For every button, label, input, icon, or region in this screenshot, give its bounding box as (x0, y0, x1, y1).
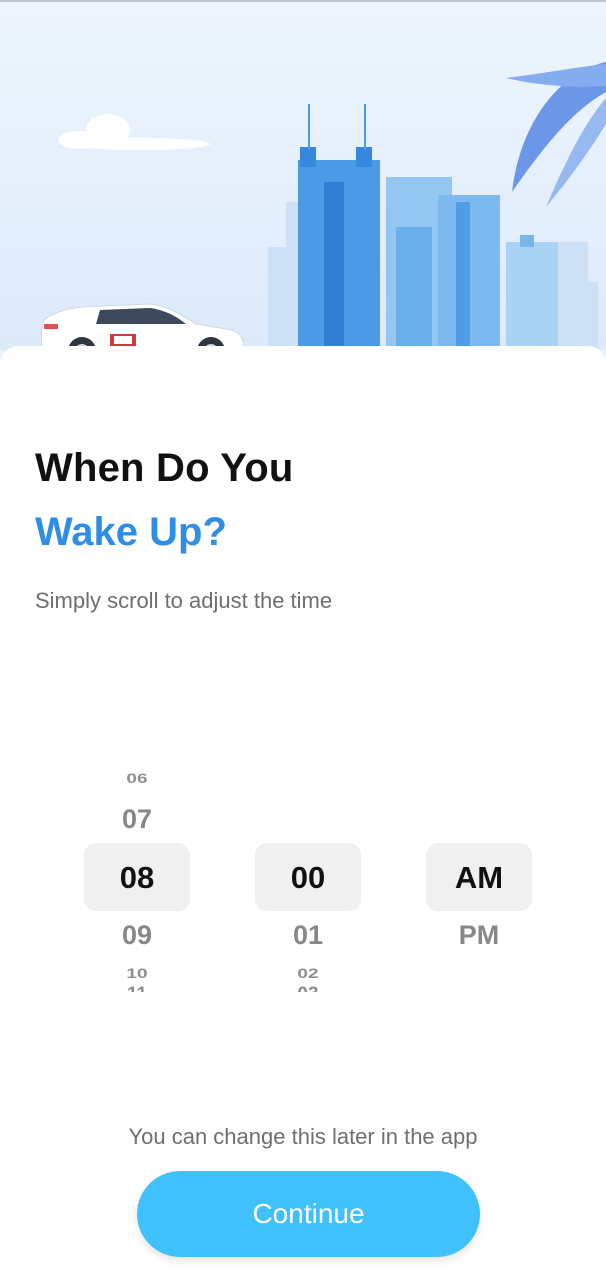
tower-building (298, 104, 380, 352)
page-title: When Do You (35, 446, 294, 490)
period-picker[interactable]: AM PM (426, 760, 532, 992)
minute-option[interactable]: 02 (255, 966, 361, 983)
minute-selected[interactable]: 00 (255, 860, 361, 896)
page-title-accent: Wake Up? (35, 510, 227, 554)
change-later-note: You can change this later in the app (128, 1124, 478, 1149)
hour-picker[interactable]: 05 06 07 08 09 10 11 (84, 760, 190, 992)
hour-option[interactable]: 10 (84, 966, 190, 983)
minute-option[interactable]: 01 (255, 920, 361, 951)
city-illustration (0, 62, 606, 382)
continue-button[interactable]: Continue (137, 1171, 480, 1257)
hour-option[interactable]: 07 (84, 804, 190, 835)
hour-selected[interactable]: 08 (84, 860, 190, 896)
hour-option[interactable]: 09 (84, 920, 190, 951)
hero-illustration (0, 2, 606, 382)
minute-picker[interactable]: 00 01 02 03 (255, 760, 361, 992)
hour-option[interactable]: 06 (84, 771, 190, 788)
period-option[interactable]: PM (426, 920, 532, 951)
period-selected[interactable]: AM (426, 860, 532, 896)
hour-overflow-below: 11 (84, 984, 190, 992)
hour-overflow-above: 05 (84, 760, 190, 770)
minute-overflow-below: 03 (255, 984, 361, 992)
cloud-icon (58, 114, 210, 150)
page-subtitle: Simply scroll to adjust the time (35, 588, 333, 613)
palm-leaf-icon (506, 62, 606, 207)
